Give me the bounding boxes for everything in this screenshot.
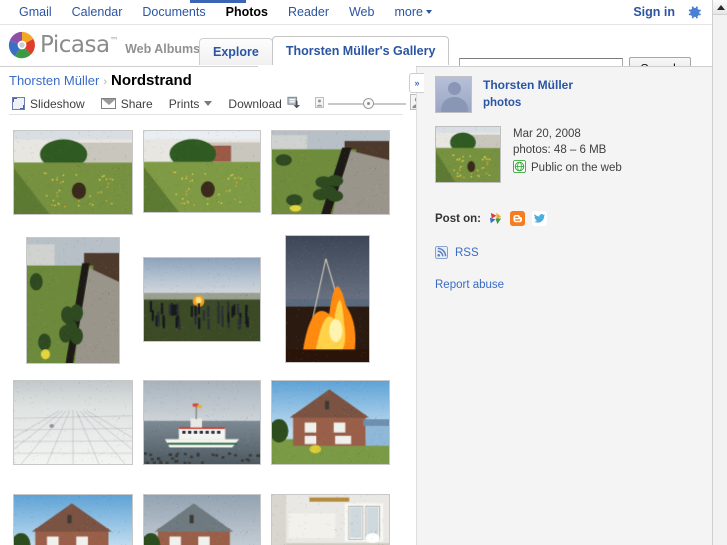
tab-explore-label: Explore — [213, 45, 259, 59]
globe-icon — [513, 160, 526, 176]
active-tab-connector — [258, 66, 416, 67]
photo-thumbnail[interactable] — [143, 130, 261, 213]
picasa-logo[interactable]: Picasa™ Web Albums — [8, 31, 200, 59]
active-service-indicator — [190, 0, 246, 3]
page-title: Nordstrand — [110, 72, 192, 89]
page-scrollbar[interactable] — [712, 0, 727, 545]
slider-track[interactable] — [327, 97, 406, 109]
photo-thumbnail[interactable] — [285, 235, 370, 363]
album-metadata: Mar 20, 2008 photos: 48 – 6 MB Public on… — [513, 126, 622, 183]
sign-in-link[interactable]: Sign in — [633, 5, 675, 19]
gallery-tabs: Explore Thorsten Müller's Gallery — [199, 36, 450, 65]
trademark-symbol: ™ — [109, 35, 119, 46]
share-label: Share — [120, 96, 153, 111]
nav-link-gmail[interactable]: Gmail — [9, 5, 62, 19]
nav-link-web[interactable]: Web — [339, 5, 384, 19]
chevron-down-icon — [425, 10, 432, 14]
scroll-up-button[interactable] — [713, 0, 727, 15]
download-label: Download — [228, 96, 282, 111]
sidebar-user-photos-link[interactable]: photos — [483, 97, 573, 109]
picasa-web-albums-page: Gmail Calendar Documents Photos Reader W… — [0, 0, 727, 545]
prints-label: Prints — [168, 96, 200, 111]
album-toolbar: Slideshow Share Prints Download — [9, 93, 425, 115]
google-top-nav: Gmail Calendar Documents Photos Reader W… — [0, 0, 712, 25]
sidebar-album-block: Mar 20, 2008 photos: 48 – 6 MB Public on… — [435, 126, 622, 183]
nav-more-label: more — [394, 5, 423, 19]
breadcrumb-separator-icon: › — [103, 76, 107, 88]
photo-thumbnail[interactable] — [26, 237, 120, 364]
slider-handle[interactable] — [362, 97, 374, 109]
rss-link[interactable]: RSS — [435, 246, 479, 259]
picasa-pinwheel-icon — [8, 31, 36, 59]
prints-menu[interactable]: Prints — [161, 94, 221, 114]
picasa-wordmark: Picasa™ — [40, 31, 119, 58]
photo-thumbnail[interactable] — [271, 380, 390, 465]
blogger-icon[interactable] — [510, 211, 525, 226]
rss-icon — [435, 246, 448, 259]
google-buzz-icon[interactable] — [488, 211, 503, 226]
photo-thumbnail[interactable] — [143, 257, 261, 342]
photo-thumbnail[interactable] — [271, 130, 390, 215]
scroll-up-arrow-icon — [716, 4, 725, 10]
nav-more-menu[interactable]: more — [384, 5, 441, 19]
photo-thumbnail[interactable] — [143, 380, 261, 465]
google-nav-links: Gmail Calendar Documents Photos Reader W… — [0, 5, 442, 19]
avatar[interactable] — [435, 76, 472, 113]
rss-label: RSS — [455, 246, 479, 259]
album-cover-thumbnail[interactable] — [435, 126, 501, 183]
photo-thumbnail[interactable] — [13, 130, 133, 215]
tab-explore[interactable]: Explore — [199, 38, 273, 65]
google-nav-account-area: Sign in — [633, 5, 712, 20]
post-on-block: Post on: — [435, 211, 547, 226]
photo-thumbnail[interactable] — [13, 380, 133, 465]
nav-link-photos[interactable]: Photos — [216, 5, 278, 19]
nav-link-calendar[interactable]: Calendar — [62, 5, 133, 19]
photo-grid — [0, 122, 410, 545]
post-on-label: Post on: — [435, 212, 481, 225]
photo-thumbnail[interactable] — [13, 494, 133, 545]
photo-thumbnail[interactable] — [271, 494, 390, 545]
thumbnail-size-slider[interactable] — [309, 94, 425, 113]
download-button[interactable]: Download — [220, 94, 308, 114]
album-visibility-label: Public on the web — [531, 162, 622, 174]
nav-link-reader[interactable]: Reader — [278, 5, 339, 19]
envelope-icon — [100, 98, 116, 109]
twitter-icon[interactable] — [532, 211, 547, 226]
tab-user-gallery-label: Thorsten Müller's Gallery — [285, 44, 436, 58]
download-icon — [287, 96, 301, 112]
photo-thumbnail[interactable] — [143, 494, 261, 545]
picasa-header: Picasa™ Web Albums Explore Thorsten Müll… — [0, 26, 712, 80]
scrollbar-track[interactable] — [713, 15, 727, 545]
slideshow-button[interactable]: Slideshow — [9, 94, 93, 114]
gear-icon[interactable] — [687, 5, 702, 20]
sidebar-user-name-link[interactable]: Thorsten Müller — [483, 78, 573, 92]
report-abuse-link[interactable]: Report abuse — [435, 279, 504, 291]
album-photo-count: photos: 48 – 6 MB — [513, 144, 607, 156]
album-info-sidebar: Thorsten Müller photos Mar 20, 2008 phot… — [416, 67, 712, 545]
album-visibility: Public on the web — [513, 160, 622, 176]
nav-link-documents[interactable]: Documents — [132, 5, 215, 19]
picasa-subtitle: Web Albums — [125, 42, 201, 56]
breadcrumb-parent-link[interactable]: Thorsten Müller — [9, 73, 99, 88]
album-date: Mar 20, 2008 — [513, 128, 581, 140]
person-small-icon — [314, 96, 324, 111]
slideshow-label: Slideshow — [30, 96, 85, 111]
share-button[interactable]: Share — [93, 94, 161, 114]
sidebar-user-block: Thorsten Müller photos — [435, 76, 573, 113]
chevron-down-icon — [204, 101, 213, 106]
breadcrumb: Thorsten Müller › Nordstrand — [9, 72, 192, 89]
sidebar-collapse-toggle[interactable]: » — [409, 73, 424, 93]
slideshow-icon — [12, 97, 25, 110]
tab-user-gallery[interactable]: Thorsten Müller's Gallery — [271, 36, 450, 65]
sidebar-user-links: Thorsten Müller photos — [483, 76, 573, 113]
